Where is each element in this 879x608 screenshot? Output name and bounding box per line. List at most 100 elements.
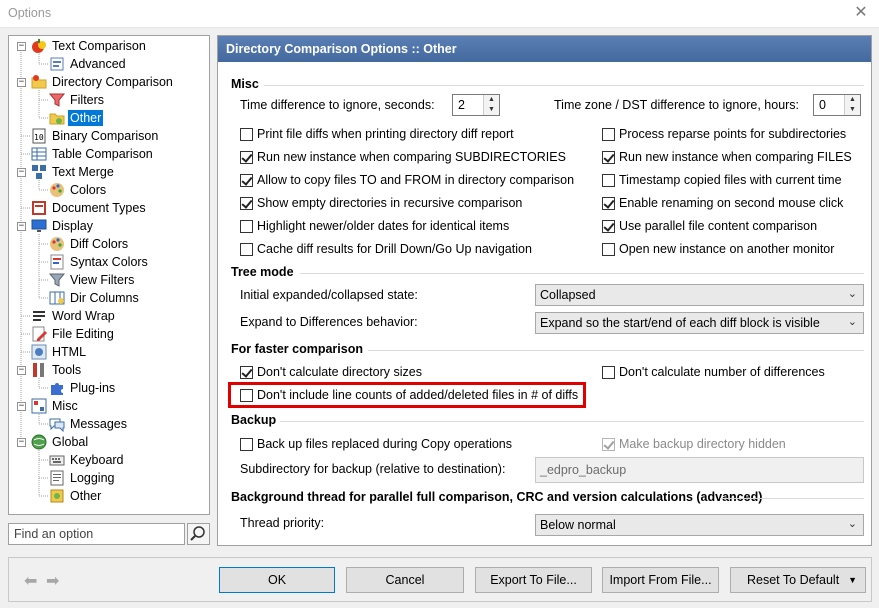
checkbox-highlight-dates[interactable]: Highlight newer/older dates for identica…	[240, 219, 509, 233]
reset-button[interactable]: Reset To Default ▼	[730, 567, 866, 593]
expander-global[interactable]: −	[17, 438, 26, 447]
checkbox-box[interactable]	[240, 388, 253, 402]
checkbox-box[interactable]	[240, 196, 253, 210]
checkbox-backup-files[interactable]: Back up files replaced during Copy opera…	[240, 437, 512, 451]
tree-item-messages[interactable]: Messages	[49, 415, 129, 433]
spin-up-icon[interactable]: ▲	[483, 95, 499, 105]
tree-item-text-merge[interactable]: Text Merge	[31, 163, 116, 181]
tree-item-document-types[interactable]: Document Types	[31, 199, 148, 217]
folder-icon	[31, 74, 47, 90]
search-button[interactable]	[187, 523, 210, 545]
tree-item-logging[interactable]: Logging	[49, 469, 117, 487]
expander-directory-comparison[interactable]: −	[17, 78, 26, 87]
thread-priority-dropdown[interactable]: Below normal ⌄	[535, 514, 864, 536]
tree-item-misc[interactable]: Misc	[31, 397, 80, 415]
tree-item-other-directory[interactable]: Other	[49, 109, 104, 127]
tree-item-colors-merge[interactable]: Colors	[49, 181, 108, 199]
tree-item-dir-columns[interactable]: Dir Columns	[49, 289, 141, 307]
palette-icon	[49, 236, 65, 252]
checkbox-parallel-content[interactable]: Use parallel file content comparison	[602, 219, 817, 233]
tree-item-binary-comparison[interactable]: 10 Binary Comparison	[31, 127, 160, 145]
checkbox-box[interactable]	[602, 219, 615, 233]
close-icon[interactable]: ✕	[849, 2, 873, 24]
spin-down-icon[interactable]: ▼	[844, 105, 860, 115]
timezone-spinner[interactable]: 0 ▲ ▼	[813, 94, 861, 116]
checkbox-line-counts[interactable]: Don't include line counts of added/delet…	[240, 388, 578, 402]
checkbox-dir-sizes[interactable]: Don't calculate directory sizes	[240, 365, 422, 379]
tree-item-keyboard[interactable]: Keyboard	[49, 451, 126, 469]
tree-item-table-comparison[interactable]: Table Comparison	[31, 145, 155, 163]
checkbox-box[interactable]	[602, 196, 615, 210]
import-button[interactable]: Import From File...	[602, 567, 719, 593]
reset-button-label: Reset To Default	[747, 573, 840, 587]
checkbox-box[interactable]	[240, 365, 253, 379]
checkbox-label: Allow to copy files TO and FROM in direc…	[257, 173, 575, 187]
options-tree[interactable]: − Text Comparison Advanced − Directory C…	[8, 35, 210, 515]
checkbox-box[interactable]	[240, 150, 253, 164]
tree-item-other-global[interactable]: Other	[49, 487, 103, 505]
tree-item-display[interactable]: Display	[31, 217, 95, 235]
search-input[interactable]: Find an option	[8, 523, 185, 545]
checkbox-box[interactable]	[602, 150, 615, 164]
filter-icon	[48, 92, 66, 108]
checkbox-label: Process reparse points for subdirectorie…	[619, 127, 847, 141]
expand-behavior-dropdown[interactable]: Expand so the start/end of each diff blo…	[535, 312, 864, 334]
dropdown-arrow-icon[interactable]: ▼	[848, 568, 857, 592]
backup-subdir-field[interactable]: _edpro_backup	[535, 457, 864, 483]
checkbox-box[interactable]	[602, 365, 615, 379]
tree-item-filters[interactable]: Filters	[48, 91, 106, 109]
checkbox-timestamp-copied[interactable]: Timestamp copied files with current time	[602, 173, 842, 187]
checkbox-box[interactable]	[602, 437, 615, 451]
tree-item-syntax-colors[interactable]: Syntax Colors	[49, 253, 150, 271]
tree-item-view-filters[interactable]: View Filters	[48, 271, 136, 289]
checkbox-print-file-diffs[interactable]: Print file diffs when printing directory…	[240, 127, 514, 141]
checkbox-run-new-instance-files[interactable]: Run new instance when comparing FILES	[602, 150, 852, 164]
expander-text-comparison[interactable]: −	[17, 42, 26, 51]
expander-misc[interactable]: −	[17, 402, 26, 411]
checkbox-label: Open new instance on another monitor	[619, 242, 835, 256]
tree-item-file-editing[interactable]: File Editing	[31, 325, 116, 343]
tree-item-advanced[interactable]: Advanced	[49, 55, 128, 73]
checkbox-show-empty-dirs[interactable]: Show empty directories in recursive comp…	[240, 196, 522, 210]
tree-item-html[interactable]: HTML	[31, 343, 88, 361]
checkbox-cache-diff[interactable]: Cache diff results for Drill Down/Go Up …	[240, 242, 532, 256]
checkbox-open-another-monitor[interactable]: Open new instance on another monitor	[602, 242, 834, 256]
tree-item-text-comparison[interactable]: Text Comparison	[31, 37, 148, 55]
expander-text-merge[interactable]: −	[17, 168, 26, 177]
spin-down-icon[interactable]: ▼	[483, 105, 499, 115]
tree-item-plugins[interactable]: Plug-ins	[49, 379, 117, 397]
checkbox-enable-renaming[interactable]: Enable renaming on second mouse click	[602, 196, 843, 210]
time-diff-spinner[interactable]: 2 ▲ ▼	[452, 94, 500, 116]
spin-up-icon[interactable]: ▲	[844, 95, 860, 105]
checkbox-box[interactable]	[240, 219, 253, 233]
tree-item-global[interactable]: Global	[31, 433, 90, 451]
checkbox-box[interactable]	[240, 173, 253, 187]
tree-item-label: Table Comparison	[52, 147, 153, 161]
expander-tools[interactable]: −	[17, 366, 26, 375]
checkbox-run-new-instance-subdirs[interactable]: Run new instance when comparing SUBDIREC…	[240, 150, 566, 164]
forward-arrow-icon[interactable]: ➡	[46, 571, 59, 591]
tree-item-label: Text Merge	[52, 165, 114, 179]
ok-button[interactable]: OK	[219, 567, 335, 593]
checkbox-reparse-points[interactable]: Process reparse points for subdirectorie…	[602, 127, 846, 141]
checkbox-box[interactable]	[602, 173, 615, 187]
tree-item-word-wrap[interactable]: Word Wrap	[31, 307, 117, 325]
section-divider	[720, 498, 864, 499]
checkbox-allow-copy[interactable]: Allow to copy files TO and FROM in direc…	[240, 173, 574, 187]
back-arrow-icon[interactable]: ⬅	[24, 571, 37, 591]
checkbox-box[interactable]	[240, 127, 253, 141]
checkbox-box[interactable]	[240, 242, 253, 256]
tree-item-directory-comparison[interactable]: Directory Comparison	[31, 73, 175, 91]
tree-item-diff-colors[interactable]: Diff Colors	[49, 235, 130, 253]
checkbox-box[interactable]	[602, 127, 615, 141]
checkbox-box[interactable]	[602, 242, 615, 256]
initial-state-dropdown[interactable]: Collapsed ⌄	[535, 284, 864, 306]
chevron-down-icon: ⌄	[847, 288, 857, 300]
cancel-button[interactable]: Cancel	[346, 567, 464, 593]
checkbox-box[interactable]	[240, 437, 253, 451]
checkbox-num-diffs[interactable]: Don't calculate number of differences	[602, 365, 825, 379]
export-button[interactable]: Export To File...	[475, 567, 592, 593]
tree-item-tools[interactable]: Tools	[31, 361, 83, 379]
checkbox-backup-hidden[interactable]: Make backup directory hidden	[602, 437, 786, 451]
expander-display[interactable]: −	[17, 222, 26, 231]
